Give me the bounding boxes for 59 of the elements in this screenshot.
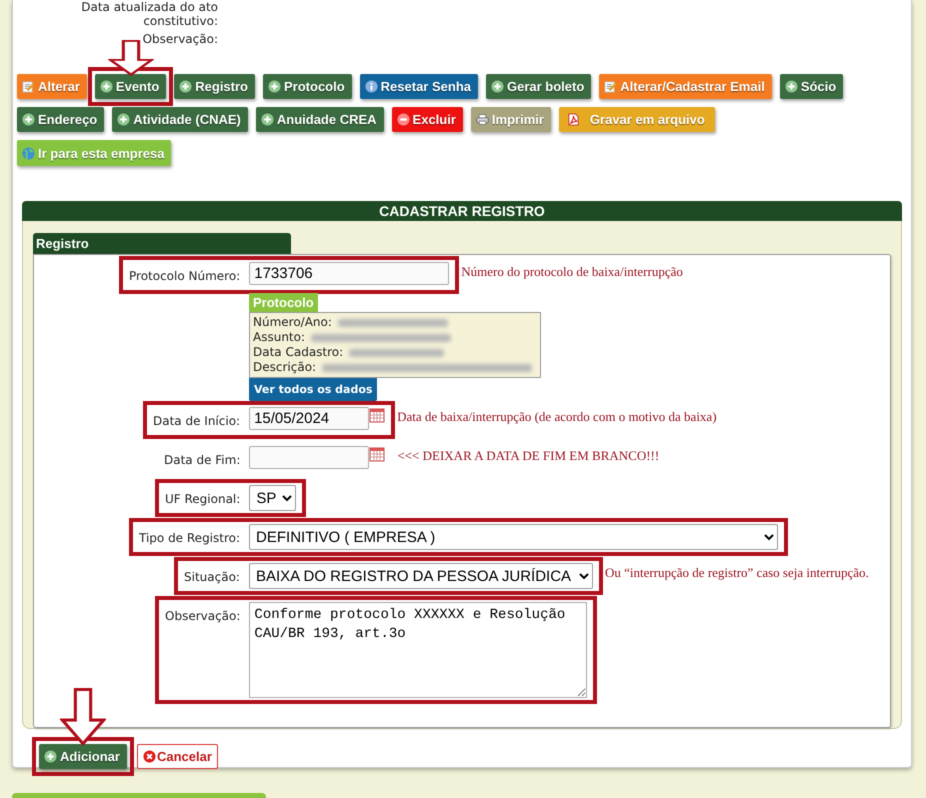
info-icon — [364, 80, 378, 93]
action-button[interactable]: Sócio — [780, 74, 844, 99]
plus-icon — [117, 113, 130, 126]
action-button[interactable]: Excluir — [392, 107, 463, 132]
action-button[interactable]: Adicionar — [39, 744, 127, 769]
date-field[interactable] — [249, 446, 370, 469]
printer-icon — [476, 113, 489, 126]
text-area[interactable]: Conforme protocolo XXXXXX e Resolução CAU/BR 193, art.3o — [249, 602, 588, 698]
plus-icon — [179, 80, 192, 93]
field-label: Tipo de Registro: — [139, 530, 240, 547]
plus-icon — [260, 113, 274, 126]
action-button[interactable]: Evento — [94, 74, 166, 99]
globe-icon — [22, 146, 35, 160]
view-all-button[interactable]: Ver todos os dados — [249, 378, 378, 401]
action-button[interactable]: Anuidade CREA — [256, 107, 384, 132]
pdf-file-icon — [566, 113, 580, 126]
field-label: Observação: — [142, 32, 218, 46]
field-label: Data de Fim: — [164, 452, 240, 469]
date-field[interactable]: 15/05/2024 — [249, 407, 370, 430]
annotation-note: Número do protocolo de baixa/interrupção — [461, 263, 684, 279]
field-label: Descrição: — [253, 360, 316, 375]
select-field[interactable]: SP — [249, 485, 296, 511]
select-field[interactable]: DEFINITIVO ( EMPRESA ) — [249, 524, 778, 550]
action-button[interactable]: Atividade (CNAE) — [112, 107, 248, 132]
plus-icon — [784, 80, 798, 93]
calendar-icon[interactable] — [369, 407, 386, 423]
plus-icon — [44, 750, 57, 763]
field-label: Situação: — [184, 569, 240, 586]
panel-title: Protocolo — [249, 293, 318, 312]
minus-icon — [396, 113, 410, 126]
notepad-pencil-icon — [604, 80, 618, 93]
field-label: Número/Ano: — [253, 315, 332, 330]
annotation-note: Ou “interrupção de registro” caso seja interrupção. — [604, 564, 870, 580]
calendar-icon[interactable] — [369, 446, 386, 462]
annotation-note: <<< DEIXAR A DATA DE FIM EM BRANCO!!! — [397, 447, 660, 463]
action-button[interactable]: Gerar boleto — [486, 74, 592, 99]
action-button[interactable]: Registro — [174, 74, 255, 99]
action-button[interactable]: Cancelar — [136, 744, 218, 769]
annotation-note: Data de baixa/interrupção (de acordo com o motivo da baixa) — [397, 408, 718, 424]
close-icon — [142, 750, 156, 763]
plus-icon — [22, 113, 35, 126]
action-button[interactable]: Resetar Senha — [360, 74, 478, 99]
field-label: Data Cadastro: — [253, 345, 344, 360]
plus-icon — [268, 80, 281, 93]
field-label: Protocolo Número: — [129, 268, 240, 285]
field-label: Assunto: — [253, 330, 306, 345]
field-label: Data de Início: — [153, 413, 240, 430]
form-title: CADASTRAR REGISTRO — [22, 201, 902, 221]
field-label: Observação: — [165, 608, 240, 625]
plus-icon — [100, 80, 113, 93]
plus-icon — [491, 80, 504, 93]
notepad-pencil-icon — [22, 80, 35, 93]
select-field[interactable]: BAIXA DO REGISTRO DA PESSOA JURÍDICA — [248, 563, 593, 589]
action-button[interactable]: Endereço — [17, 107, 104, 132]
field-label: Data atualizada do ato constitutivo: — [80, 0, 218, 28]
field-label: UF Regional: — [165, 491, 240, 508]
section-tab[interactable]: Registro — [33, 233, 291, 254]
action-button[interactable]: Protocolo — [263, 74, 352, 99]
text-field[interactable]: 1733706 — [249, 262, 450, 285]
